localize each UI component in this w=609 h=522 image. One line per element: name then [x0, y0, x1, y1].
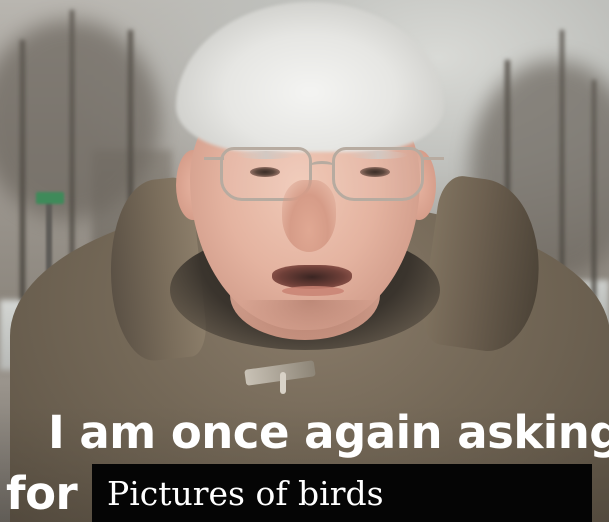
glasses-temple-right [422, 157, 444, 160]
caption-line-2: for [6, 467, 78, 520]
chin-shadow [240, 300, 380, 340]
eye-left [250, 167, 280, 177]
glasses-bridge [309, 161, 335, 172]
street-sign [36, 192, 64, 204]
tree-trunk [592, 80, 596, 300]
lower-lip [282, 286, 344, 296]
zipper-pull [280, 372, 286, 394]
meme-image: I am once again asking for Pictures of b… [0, 0, 609, 522]
caption-overlay-text: Pictures of birds [107, 474, 384, 513]
nose [282, 180, 336, 252]
eye-right [360, 167, 390, 177]
tree-trunk [70, 10, 74, 290]
tree-trunk [20, 40, 25, 300]
glasses-temple-left [204, 157, 224, 160]
tree-trunk [560, 30, 564, 300]
caption-line-1: I am once again asking [48, 406, 609, 459]
